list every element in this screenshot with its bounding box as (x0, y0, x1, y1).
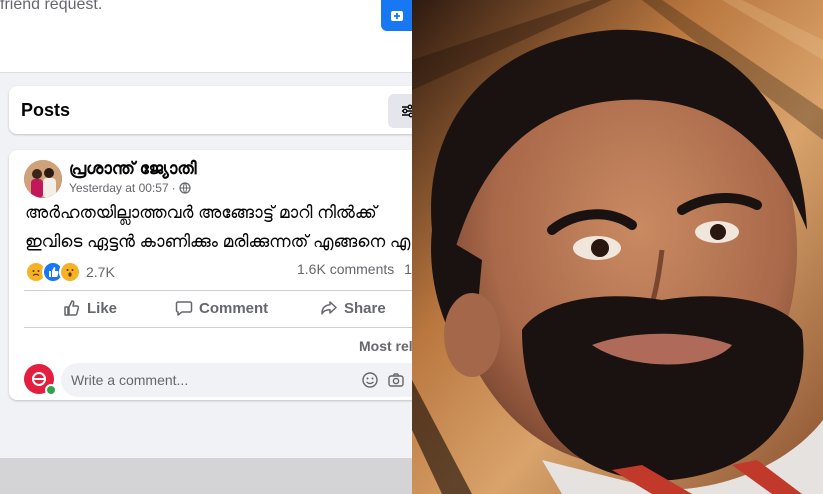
filters-button[interactable] (388, 94, 412, 128)
reaction-count: 2.7K (86, 264, 115, 280)
post-timestamp[interactable]: Yesterday at 00:57 (69, 181, 169, 195)
facebook-profile-panel: friend request. Posts പ്രശാന്ത് ജ്യോതി Y… (0, 0, 412, 494)
author-avatar[interactable] (24, 160, 62, 198)
post-text-line-1: അർഹതയില്ലാത്തവർ അങ്ങോട്ട് മാറി നിൽക്ക് (25, 203, 377, 222)
camera-icon[interactable] (387, 371, 405, 389)
like-label: Like (87, 299, 118, 317)
comment-button[interactable]: Comment (175, 299, 268, 317)
thumbs-up-icon (64, 300, 80, 316)
comment-sort-dropdown[interactable]: Most rel (359, 338, 412, 354)
share-button[interactable]: Share (320, 299, 386, 317)
comment-placeholder: Write a comment... (71, 372, 189, 388)
messenger-icon (390, 10, 403, 21)
filter-sliders-icon (402, 104, 412, 118)
person-photo (412, 0, 823, 494)
profile-intro-card: friend request. (0, 0, 412, 73)
post-meta: Yesterday at 00:57 · (69, 181, 191, 195)
posts-title: Posts (21, 100, 71, 120)
message-button[interactable] (381, 0, 412, 31)
comment-count[interactable]: 1.6K comments (297, 261, 394, 277)
online-status-dot (45, 384, 57, 396)
like-button[interactable]: Like (63, 299, 117, 317)
post-author-name[interactable]: പ്രശാന്ത് ജ്യോതി (69, 159, 197, 179)
intro-text: friend request. (0, 0, 103, 13)
emoji-icon[interactable] (361, 371, 379, 389)
globe-icon[interactable] (179, 182, 191, 194)
reactions-summary[interactable]: 2.7K (25, 261, 115, 283)
divider (24, 327, 412, 328)
share-count[interactable]: 15 (404, 261, 412, 277)
post-card: പ്രശാന്ത് ജ്യോതി Yesterday at 00:57 · അർ… (9, 150, 412, 400)
posts-header-card: Posts (9, 86, 412, 134)
meta-separator: · (171, 181, 176, 195)
engagement-counts: 1.6K comments 15 (297, 261, 412, 277)
post-text-line-2: ഇവിടെ ഏട്ടൻ കാണിക്കും മരിക്കുന്നത് എങ്ങന… (25, 232, 411, 251)
comment-input[interactable]: Write a comment... (61, 363, 412, 397)
comment-bubble-icon (175, 301, 193, 316)
wow-reaction-icon (59, 261, 81, 283)
page-bottom-strip (0, 458, 412, 494)
divider (24, 290, 412, 291)
comment-label: Comment (199, 299, 269, 317)
share-arrow-icon (321, 301, 337, 315)
share-label: Share (344, 299, 386, 317)
